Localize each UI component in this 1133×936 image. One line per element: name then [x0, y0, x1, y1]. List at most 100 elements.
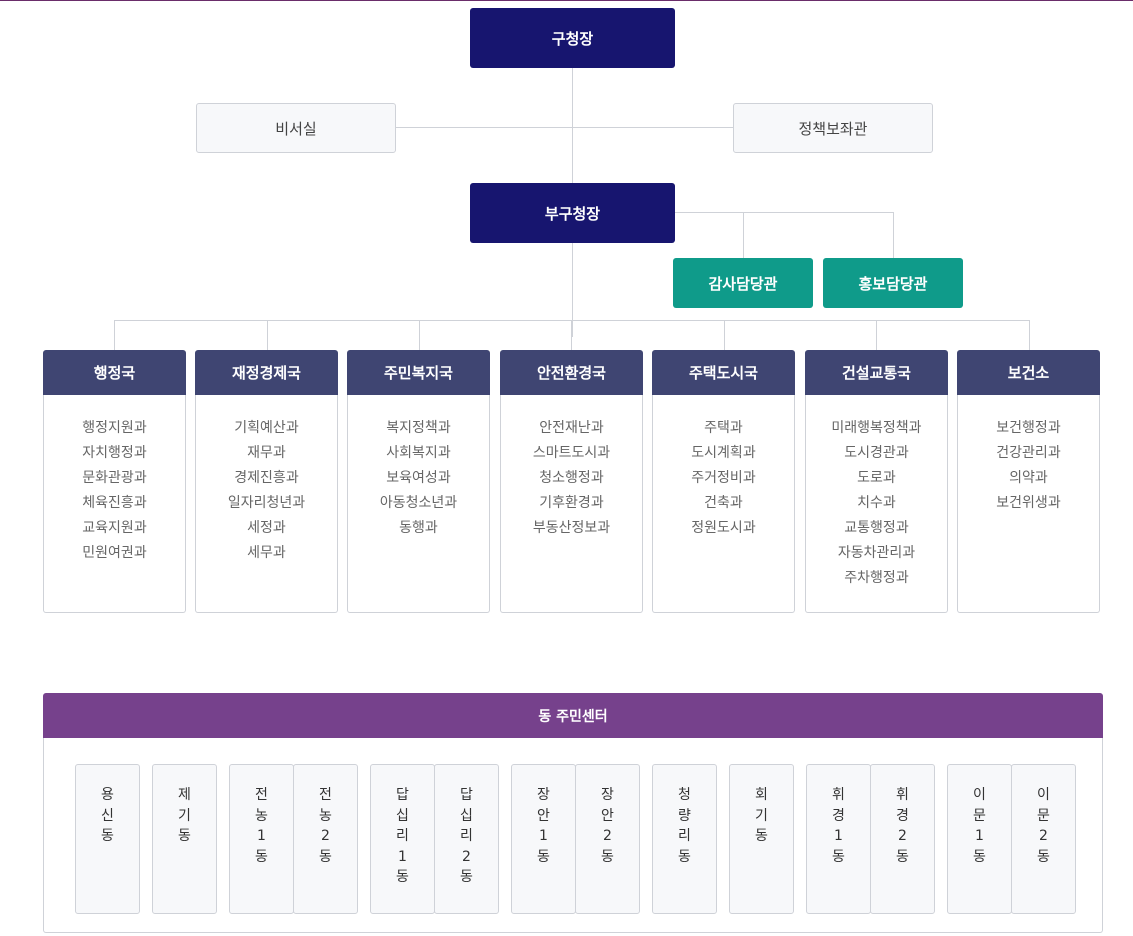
dong-box[interactable]: 제기동	[152, 764, 217, 914]
dong-char: 동	[1037, 848, 1050, 865]
bureau-title[interactable]: 주민복지국	[347, 350, 490, 395]
dong-char: 2	[462, 848, 471, 865]
dong-char: 기	[178, 807, 191, 824]
bureau-dept-list: 복지정책과 사회복지과 보육여성과 아동청소년과 동행과	[347, 395, 490, 613]
dept-item[interactable]: 건강관리과	[958, 441, 1099, 466]
bureau-dept-list: 안전재난과 스마트도시과 청소행정과 기후환경과 부동산정보과	[500, 395, 643, 613]
bureau-title[interactable]: 건설교통국	[805, 350, 948, 395]
dept-item[interactable]: 미래행복정책과	[806, 416, 947, 441]
dong-char: 량	[678, 807, 691, 824]
dong-box[interactable]: 청량리동	[652, 764, 717, 914]
deputy-mayor-box[interactable]: 부구청장	[470, 183, 675, 243]
dept-item[interactable]: 치수과	[806, 491, 947, 516]
dong-box[interactable]: 전농 2 동	[293, 764, 358, 914]
dong-char: 신	[101, 807, 114, 824]
dept-item[interactable]: 재무과	[196, 441, 337, 466]
bureau-title[interactable]: 안전환경국	[500, 350, 643, 395]
dept-item[interactable]: 의약과	[958, 466, 1099, 491]
dong-box[interactable]: 용신동	[75, 764, 140, 914]
dong-char: 농	[319, 807, 332, 824]
dept-item[interactable]: 스마트도시과	[501, 441, 642, 466]
dong-box[interactable]: 휘경 2 동	[870, 764, 935, 914]
dong-box[interactable]: 장안 2 동	[575, 764, 640, 914]
dong-box[interactable]: 이문 1 동	[947, 764, 1012, 914]
dong-box[interactable]: 회기동	[729, 764, 794, 914]
dept-item[interactable]: 주차행정과	[806, 566, 947, 591]
connector-officer-drop-2	[893, 212, 894, 258]
dept-item[interactable]: 부동산정보과	[501, 516, 642, 541]
dong-box[interactable]: 이문 2 동	[1011, 764, 1076, 914]
dong-char: 제	[178, 787, 191, 803]
dept-item[interactable]: 동행과	[348, 516, 489, 541]
connector-main-vertical	[572, 67, 573, 183]
dept-item[interactable]: 문화관광과	[44, 466, 185, 491]
bureau-title[interactable]: 행정국	[43, 350, 186, 395]
dept-item[interactable]: 건축과	[653, 491, 794, 516]
pr-officer-box[interactable]: 홍보담당관	[823, 258, 963, 308]
dong-char: 전	[255, 787, 268, 803]
dong-char: 청	[678, 787, 691, 803]
dept-item[interactable]: 보건행정과	[958, 416, 1099, 441]
dong-char: 휘	[832, 787, 845, 803]
dept-item[interactable]: 주거정비과	[653, 466, 794, 491]
bureau-title[interactable]: 주택도시국	[652, 350, 795, 395]
secretary-office-box[interactable]: 비서실	[196, 103, 396, 153]
dong-char: 2	[603, 828, 612, 844]
dept-item[interactable]: 자동차관리과	[806, 541, 947, 566]
dong-box[interactable]: 답십리 1 동	[370, 764, 435, 914]
bureau-title[interactable]: 보건소	[957, 350, 1100, 395]
dong-char: 문	[973, 807, 986, 824]
dept-item[interactable]: 복지정책과	[348, 416, 489, 441]
top-border	[0, 0, 1133, 1]
dong-char: 휘	[896, 787, 909, 803]
audit-officer-box[interactable]: 감사담당관	[673, 258, 813, 308]
dong-box[interactable]: 전농 1 동	[229, 764, 294, 914]
dong-box[interactable]: 장안 1 동	[511, 764, 576, 914]
connector-bureau-drop-1	[114, 320, 115, 350]
dept-item[interactable]: 민원여권과	[44, 541, 185, 566]
dong-char: 1	[257, 828, 266, 844]
dept-item[interactable]: 도시경관과	[806, 441, 947, 466]
dong-box[interactable]: 휘경 1 동	[806, 764, 871, 914]
dept-item[interactable]: 청소행정과	[501, 466, 642, 491]
dept-item[interactable]: 보건위생과	[958, 491, 1099, 516]
connector-bureau-drop-6	[876, 320, 877, 350]
dong-char: 답	[396, 787, 409, 803]
dong-char: 2	[321, 828, 330, 844]
dept-item[interactable]: 자치행정과	[44, 441, 185, 466]
dong-char: 동	[832, 848, 845, 865]
connector-bureau-drop-7	[1029, 320, 1030, 350]
dept-item[interactable]: 경제진흥과	[196, 466, 337, 491]
dept-item[interactable]: 세정과	[196, 516, 337, 541]
dept-item[interactable]: 안전재난과	[501, 416, 642, 441]
dept-item[interactable]: 보육여성과	[348, 466, 489, 491]
dept-item[interactable]: 도시계획과	[653, 441, 794, 466]
dong-char: 동	[255, 848, 268, 865]
dong-box[interactable]: 답십리 2 동	[434, 764, 499, 914]
dept-item[interactable]: 도로과	[806, 466, 947, 491]
dong-char: 안	[537, 807, 550, 824]
policy-advisor-box[interactable]: 정책보좌관	[733, 103, 933, 153]
dept-item[interactable]: 정원도시과	[653, 516, 794, 541]
dept-item[interactable]: 행정지원과	[44, 416, 185, 441]
bureau-card: 주택도시국 주택과 도시계획과 주거정비과 건축과 정원도시과	[652, 350, 795, 613]
dept-item[interactable]: 교육지원과	[44, 516, 185, 541]
dept-item[interactable]: 아동청소년과	[348, 491, 489, 516]
bureau-dept-list: 행정지원과 자치행정과 문화관광과 체육진흥과 교육지원과 민원여권과	[43, 395, 186, 613]
dong-char: 이	[1037, 787, 1050, 803]
bureau-card: 건설교통국 미래행복정책과 도시경관과 도로과 치수과 교통행정과 자동차관리과…	[805, 350, 948, 613]
mayor-box[interactable]: 구청장	[470, 8, 675, 68]
dept-item[interactable]: 기후환경과	[501, 491, 642, 516]
dong-char: 답	[460, 787, 473, 803]
bureau-title[interactable]: 재정경제국	[195, 350, 338, 395]
dept-item[interactable]: 교통행정과	[806, 516, 947, 541]
dept-item[interactable]: 사회복지과	[348, 441, 489, 466]
dept-item[interactable]: 세무과	[196, 541, 337, 566]
dong-char: 이	[973, 787, 986, 803]
dept-item[interactable]: 체육진흥과	[44, 491, 185, 516]
dept-item[interactable]: 주택과	[653, 416, 794, 441]
dong-char: 문	[1037, 807, 1050, 824]
dept-item[interactable]: 일자리청년과	[196, 491, 337, 516]
dept-item[interactable]: 기획예산과	[196, 416, 337, 441]
bureau-dept-list: 기획예산과 재무과 경제진흥과 일자리청년과 세정과 세무과	[195, 395, 338, 613]
